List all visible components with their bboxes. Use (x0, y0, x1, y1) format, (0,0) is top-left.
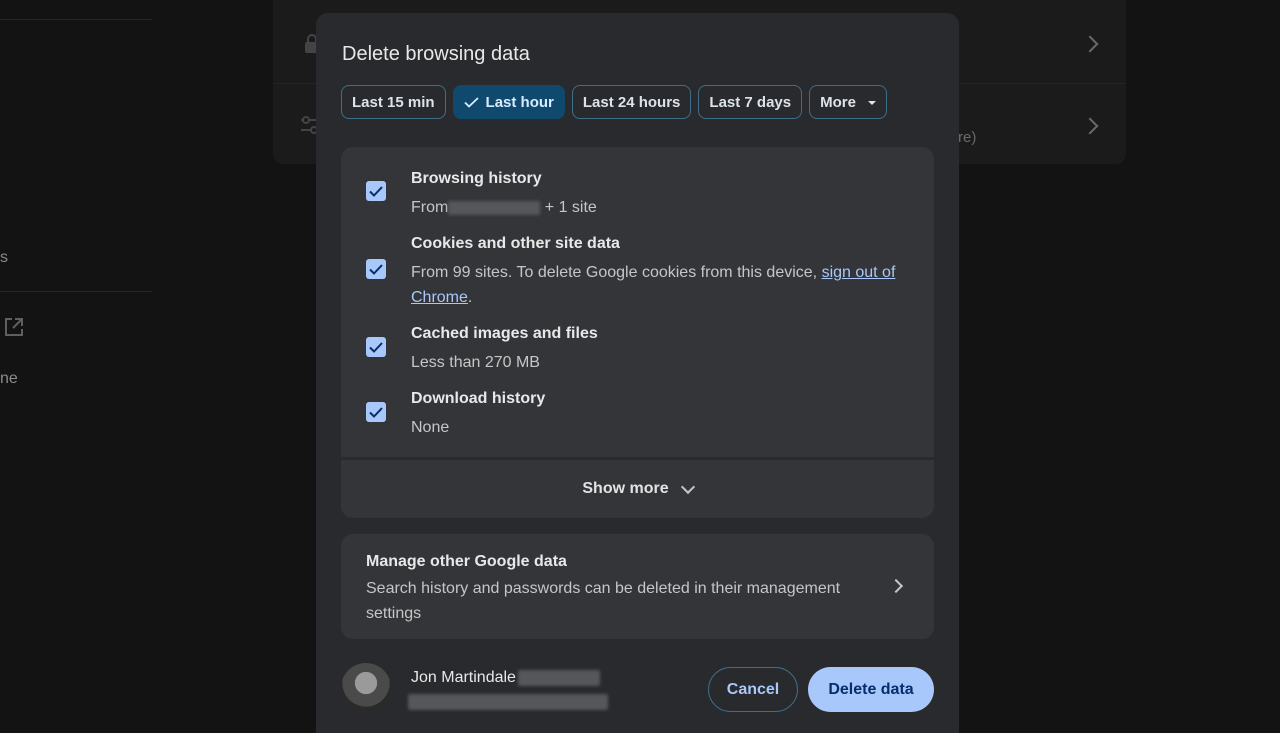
caret-down-icon (867, 100, 876, 105)
check-icon (369, 263, 383, 275)
check-icon (369, 185, 383, 197)
redacted-email (408, 694, 608, 710)
chip-label: Last 24 hours (582, 93, 681, 111)
subtitle-suffix: + 1 site (544, 199, 597, 216)
chip-last-hour[interactable]: Last hour (452, 85, 565, 119)
check-icon (463, 96, 479, 108)
chip-last-24-hours[interactable]: Last 24 hours (571, 85, 692, 119)
chip-label: Last hour (485, 93, 554, 111)
chevron-down-icon (680, 479, 695, 494)
manage-google-data-row[interactable]: Manage other Google data Search history … (341, 534, 934, 639)
chip-label: Last 15 min (352, 93, 435, 111)
chevron-right-icon (1081, 35, 1099, 53)
item-subtitle: None (411, 419, 450, 436)
item-subtitle: From + 1 site (411, 195, 911, 220)
subtitle-prefix: From (411, 199, 449, 216)
check-icon (369, 406, 383, 418)
manage-title: Manage other Google data (366, 553, 567, 570)
account-info: Jon Martindale (411, 669, 600, 687)
dialog-title: Delete browsing data (342, 43, 530, 65)
time-range-chips: Last 15 min Last hour Last 24 hours Last… (341, 85, 887, 119)
chevron-right-icon (1081, 117, 1099, 135)
chip-more[interactable]: More (809, 85, 887, 119)
item-subtitle: Less than 270 MB (411, 354, 540, 371)
subtitle-end: . (467, 289, 473, 306)
bg-divider (0, 291, 152, 292)
item-title: Cached images and files (411, 325, 598, 342)
item-title: Cookies and other site data (411, 235, 620, 252)
item-title: Browsing history (411, 170, 542, 187)
checkbox-browsing-history[interactable] (366, 181, 386, 201)
show-more-button[interactable]: Show more (341, 460, 934, 518)
item-title: Download history (411, 390, 546, 407)
bg-divider (0, 19, 152, 20)
subtitle-text: From 99 sites. To delete Google cookies … (411, 264, 822, 281)
data-types-panel: Browsing history From + 1 site Cookies a… (341, 147, 934, 457)
delete-browsing-data-dialog: Delete browsing data Last 15 min Last ho… (316, 13, 959, 733)
checkbox-cookies[interactable] (366, 259, 386, 279)
delete-data-button[interactable]: Delete data (808, 667, 934, 712)
chip-label: More (820, 93, 856, 111)
chevron-right-icon (888, 578, 904, 594)
check-icon (369, 341, 383, 353)
bg-partial-label: s (0, 249, 8, 266)
chip-last-7-days[interactable]: Last 7 days (698, 85, 803, 119)
account-name: Jon Martindale (411, 669, 516, 686)
show-more-label: Show more (582, 480, 669, 497)
manage-subtitle: Search history and passwords can be dele… (366, 580, 841, 622)
redacted-site (448, 200, 541, 215)
chip-label: Last 7 days (709, 93, 792, 111)
checkbox-cached-images[interactable] (366, 337, 386, 357)
avatar (341, 663, 391, 713)
bg-partial-label: re) (958, 129, 977, 146)
external-link-icon (5, 318, 23, 336)
cancel-button[interactable]: Cancel (708, 667, 798, 712)
item-subtitle: From 99 sites. To delete Google cookies … (411, 260, 911, 310)
bg-partial-label: ne (0, 370, 18, 387)
chip-last-15-min[interactable]: Last 15 min (341, 85, 446, 119)
checkbox-download-history[interactable] (366, 402, 386, 422)
redacted-name (517, 669, 600, 686)
